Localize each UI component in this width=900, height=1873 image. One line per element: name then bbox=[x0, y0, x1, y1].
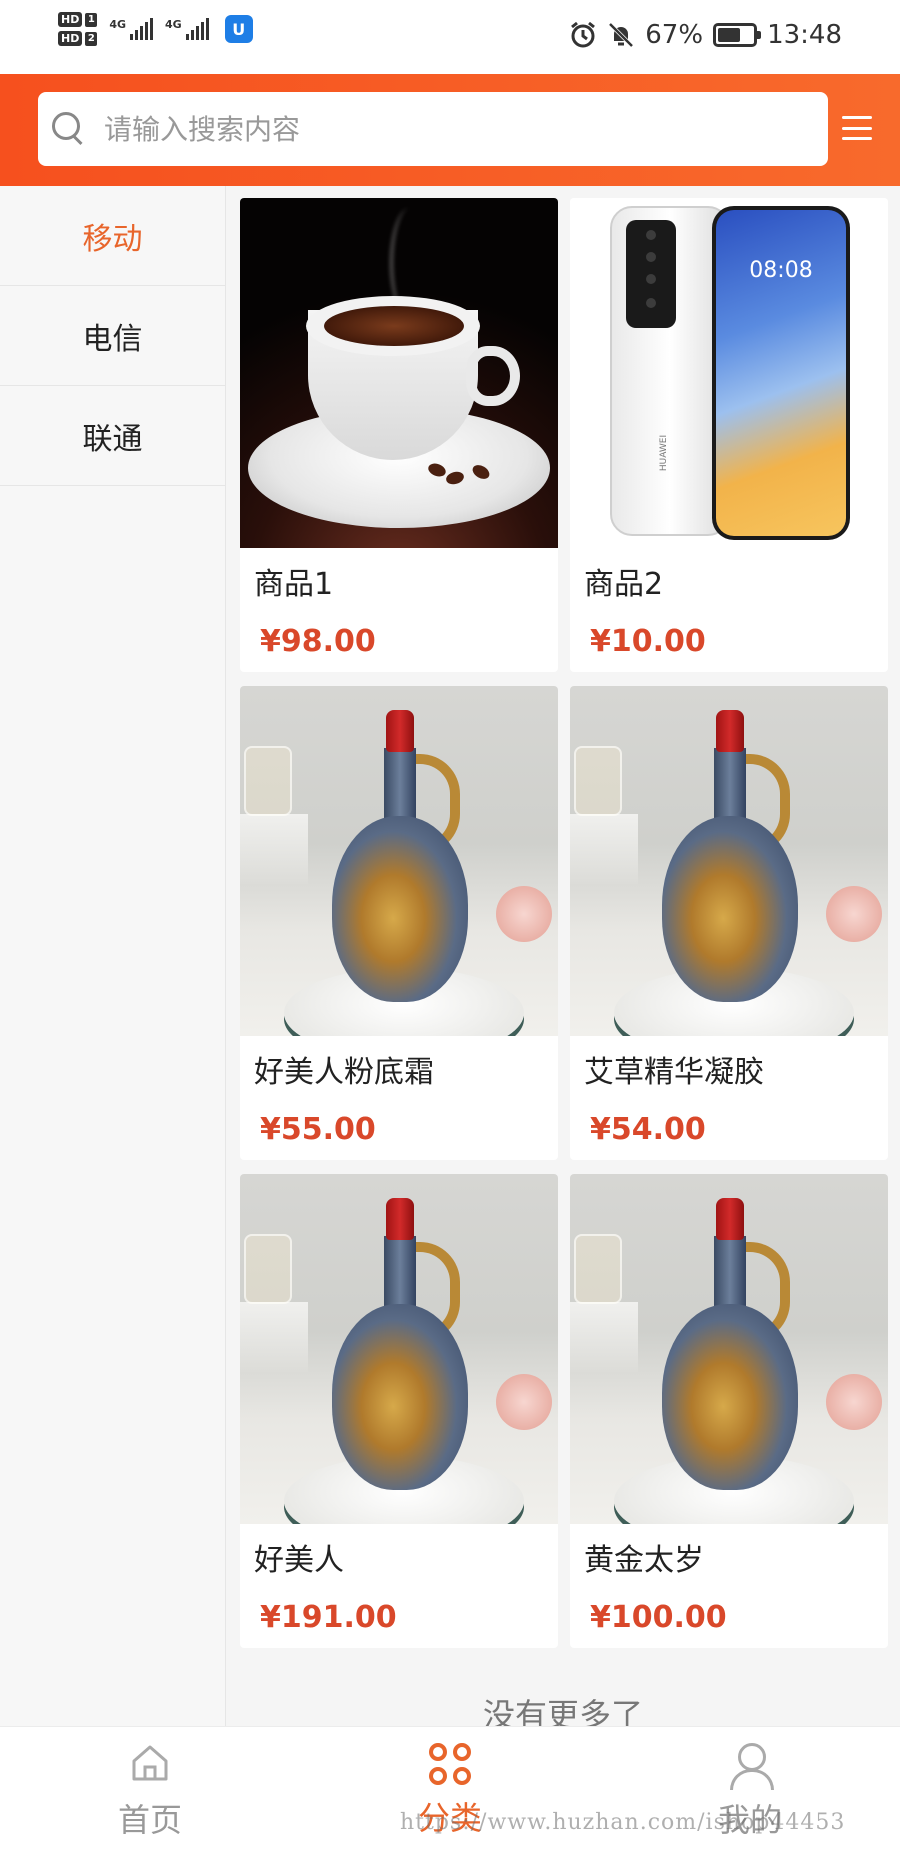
sim-number: 1 bbox=[85, 12, 98, 27]
product-grid: 商品1 ¥98.00 HUAWEI 08:08 商品2 ¥10.00 好美人粉底… bbox=[240, 198, 888, 1648]
header bbox=[0, 74, 900, 186]
category-grid-icon bbox=[429, 1743, 471, 1785]
product-name: 好美人粉底霜 bbox=[254, 1055, 434, 1090]
product-card[interactable]: HUAWEI 08:08 商品2 ¥10.00 bbox=[570, 198, 888, 672]
product-price: ¥191.00 bbox=[260, 1600, 397, 1635]
clock: 13:48 bbox=[767, 20, 842, 50]
sidebar-item-telecom[interactable]: 电信 bbox=[0, 286, 225, 386]
status-bar: HD 1 HD 2 4G 4G U 67% 13:48 bbox=[0, 0, 900, 74]
product-image-smartphone: HUAWEI 08:08 bbox=[570, 198, 888, 548]
product-name: 商品2 bbox=[584, 567, 664, 602]
product-card[interactable]: 好美人 ¥191.00 bbox=[240, 1174, 558, 1648]
search-icon bbox=[52, 112, 86, 146]
product-price: ¥98.00 bbox=[260, 624, 376, 659]
signal-icon: 4G bbox=[109, 18, 154, 40]
watermark: https://www.huzhan.com/ishop44453 bbox=[400, 1810, 846, 1835]
network-type: 4G bbox=[109, 18, 127, 31]
product-price: ¥55.00 bbox=[260, 1112, 376, 1147]
product-price: ¥54.00 bbox=[590, 1112, 706, 1147]
sidebar-item-unicom[interactable]: 联通 bbox=[0, 386, 225, 486]
product-image-vase bbox=[240, 1174, 558, 1524]
product-name: 好美人 bbox=[254, 1543, 344, 1578]
sim2-indicator: HD 2 bbox=[58, 31, 98, 46]
nav-home-label: 首页 bbox=[117, 1801, 182, 1839]
battery-fill bbox=[718, 28, 740, 42]
sidebar-item-mobile[interactable]: 移动 bbox=[0, 186, 225, 286]
product-image-vase bbox=[240, 686, 558, 1036]
product-card[interactable]: 好美人粉底霜 ¥55.00 bbox=[240, 686, 558, 1160]
status-right: 67% 13:48 bbox=[569, 20, 842, 50]
nav-home[interactable]: 首页 bbox=[70, 1743, 230, 1841]
bottom-nav: 首页 分类 我的 bbox=[0, 1726, 900, 1873]
user-icon bbox=[728, 1743, 774, 1790]
app-notification-icon: U bbox=[224, 15, 253, 43]
product-image-vase bbox=[570, 1174, 888, 1524]
search-box[interactable] bbox=[38, 92, 828, 166]
product-image-coffee-cup bbox=[240, 198, 558, 548]
menu-icon[interactable] bbox=[842, 116, 872, 140]
phone-screen-time: 08:08 bbox=[749, 258, 813, 283]
search-input[interactable] bbox=[104, 112, 784, 146]
battery-icon bbox=[713, 23, 762, 47]
network-type: 4G bbox=[165, 18, 182, 31]
home-icon bbox=[132, 1745, 168, 1781]
hd-badge: HD bbox=[58, 31, 83, 46]
battery-percent: 67% bbox=[645, 20, 704, 50]
hd-badge: HD bbox=[58, 12, 83, 27]
product-card[interactable]: 商品1 ¥98.00 bbox=[240, 198, 558, 672]
alarm-icon bbox=[571, 21, 596, 48]
product-name: 黄金太岁 bbox=[584, 1543, 704, 1578]
sim-indicators: HD 1 HD 2 bbox=[58, 12, 98, 46]
category-sidebar: 移动 电信 联通 bbox=[0, 186, 226, 1726]
phone-brand-text: HUAWEI bbox=[659, 434, 670, 472]
product-price: ¥100.00 bbox=[590, 1600, 727, 1635]
sim-number: 2 bbox=[85, 31, 98, 46]
product-price: ¥10.00 bbox=[590, 624, 706, 659]
product-name: 艾草精华凝胶 bbox=[584, 1055, 764, 1090]
product-name: 商品1 bbox=[254, 567, 334, 602]
product-image-vase bbox=[570, 686, 888, 1036]
product-card[interactable]: 黄金太岁 ¥100.00 bbox=[570, 1174, 888, 1648]
product-card[interactable]: 艾草精华凝胶 ¥54.00 bbox=[570, 686, 888, 1160]
mute-bell-icon bbox=[608, 22, 634, 48]
status-left: HD 1 HD 2 4G 4G U bbox=[58, 12, 253, 46]
signal-icon: 4G bbox=[165, 18, 209, 40]
sim1-indicator: HD 1 bbox=[58, 12, 98, 27]
